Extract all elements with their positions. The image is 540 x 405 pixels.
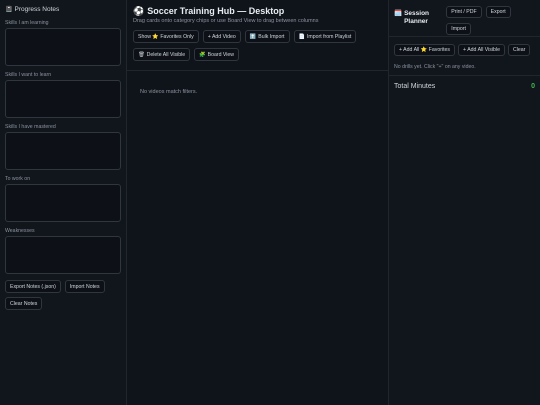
total-minutes-label: Total Minutes <box>394 83 436 90</box>
board-view-button[interactable]: 🧩 Board View <box>194 48 240 61</box>
import-playlist-label: Import from Playlist <box>306 33 352 40</box>
hub-header: ⚽ Soccer Training Hub — Desktop Drag car… <box>127 0 388 71</box>
field-label-want-to-learn: Skills I want to learn <box>5 72 52 78</box>
puzzle-icon: 🧩 <box>199 51 206 58</box>
bulk-import-button[interactable]: ⬆️ Bulk Import <box>244 30 290 43</box>
show-favorites-button[interactable]: Show ⭐ Favorites Only <box>133 30 199 43</box>
print-pdf-button[interactable]: Print / PDF <box>446 6 482 18</box>
notes-want-to-learn-textarea[interactable] <box>5 80 121 118</box>
no-drills-message: No drills yet. Click "+" on any video. <box>389 56 540 76</box>
session-planner-toolbar: Print / PDF Export Import <box>446 6 535 36</box>
add-all-favorites-button[interactable]: + Add All ⭐ Favorites <box>394 44 456 56</box>
import-session-button[interactable]: Import <box>446 22 471 35</box>
board-view-label: Board View <box>207 51 235 58</box>
delete-visible-label: Delete All Visible <box>146 51 186 58</box>
hub-subtitle: Drag cards onto category chips or use Bo… <box>133 18 319 24</box>
notes-learning-textarea[interactable] <box>5 28 121 66</box>
hub-toolbar: Show ⭐ Favorites Only + Add Video ⬆️ Bul… <box>133 30 373 61</box>
add-all-visible-button[interactable]: + Add All Visible <box>458 44 505 56</box>
import-playlist-button[interactable]: 📄 Import from Playlist <box>293 30 357 43</box>
add-video-button[interactable]: + Add Video <box>202 30 241 43</box>
notes-mastered-textarea[interactable] <box>5 132 121 170</box>
progress-notes-panel: 📓 Progress Notes Skills I am learning Sk… <box>0 0 127 405</box>
clear-notes-button[interactable]: Clear Notes <box>5 297 43 310</box>
session-planner-title-row: 🗓️ Session Planner <box>394 6 446 36</box>
progress-notes-title: Progress Notes <box>14 5 60 13</box>
bulk-import-label: Bulk Import <box>258 33 285 40</box>
notes-to-work-on-textarea[interactable] <box>5 184 121 222</box>
soccer-ball-icon: ⚽ <box>133 6 145 16</box>
import-notes-button[interactable]: Import Notes <box>64 280 105 293</box>
calendar-icon: 🗓️ <box>394 10 403 17</box>
document-icon: 📄 <box>298 33 305 40</box>
training-hub-panel: ⚽ Soccer Training Hub — Desktop Drag car… <box>127 0 389 405</box>
total-minutes-row: Total Minutes 0 <box>389 76 540 90</box>
notebook-icon: 📓 <box>5 6 13 13</box>
upload-icon: ⬆️ <box>249 33 257 40</box>
session-add-toolbar: + Add All ⭐ Favorites + Add All Visible … <box>389 37 540 56</box>
field-label-weaknesses: Weaknesses <box>5 228 35 234</box>
no-videos-message: No videos match filters. <box>140 89 198 95</box>
total-minutes-value: 0 <box>531 83 535 90</box>
hub-title: Soccer Training Hub — Desktop <box>147 6 285 16</box>
progress-notes-header: 📓 Progress Notes <box>5 5 121 13</box>
field-label-learning: Skills I am learning <box>5 20 49 26</box>
notes-weaknesses-textarea[interactable] <box>5 236 121 274</box>
export-notes-button[interactable]: Export Notes (.json) <box>5 280 61 293</box>
field-label-to-work-on: To work on <box>5 176 31 182</box>
trash-icon: 🗑 <box>138 51 145 58</box>
field-label-mastered: Skills I have mastered <box>5 124 56 130</box>
session-planner-title: Session Planner <box>404 10 430 25</box>
export-session-button[interactable]: Export <box>485 6 511 18</box>
session-planner-panel: 🗓️ Session Planner Print / PDF Export Im… <box>389 0 540 405</box>
hub-title-row: ⚽ Soccer Training Hub — Desktop <box>133 6 382 17</box>
session-planner-header: 🗓️ Session Planner Print / PDF Export Im… <box>389 0 540 37</box>
delete-visible-button[interactable]: 🗑 Delete All Visible <box>133 48 191 61</box>
clear-session-button[interactable]: Clear <box>507 44 531 56</box>
